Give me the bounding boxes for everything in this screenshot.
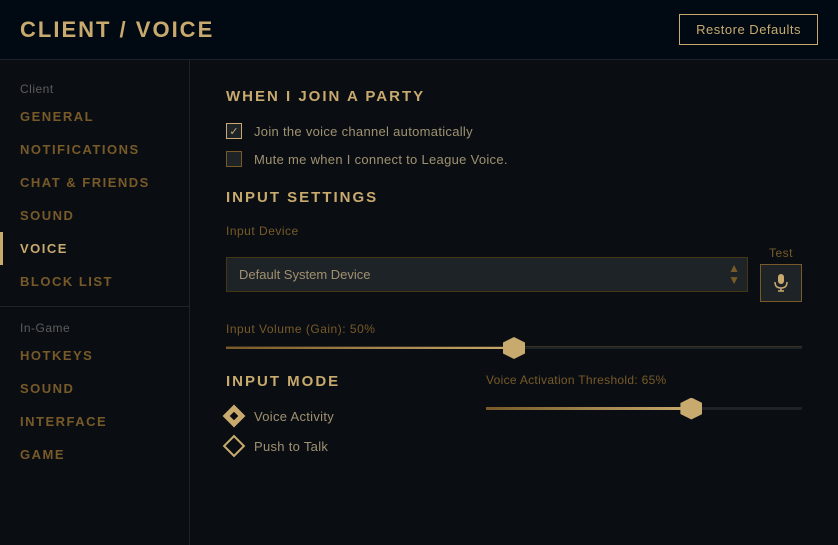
checkbox-auto-join-label: Join the voice channel automatically bbox=[254, 124, 473, 139]
mic-icon bbox=[773, 274, 789, 292]
device-label: Input Device bbox=[226, 224, 802, 238]
sidebar-divider bbox=[0, 306, 189, 307]
radio-push-to-talk[interactable]: Push to Talk bbox=[226, 438, 446, 454]
restore-defaults-button[interactable]: Restore Defaults bbox=[679, 14, 818, 45]
threshold-label: Voice Activation Threshold: 65% bbox=[486, 373, 802, 387]
radio-voice-activity-label: Voice Activity bbox=[254, 409, 334, 424]
sidebar-item-chat-friends[interactable]: CHAT & FRIENDS bbox=[0, 166, 189, 199]
sidebar-item-block-list[interactable]: BLOCK LIST bbox=[0, 265, 189, 298]
page-title: CLIENT / VOICE bbox=[20, 17, 214, 43]
sidebar-ingame-section: In-Game bbox=[0, 315, 189, 339]
input-settings-title: INPUT SETTINGS bbox=[226, 189, 802, 206]
header: CLIENT / VOICE Restore Defaults bbox=[0, 0, 838, 60]
threshold-slider-thumb[interactable] bbox=[680, 398, 702, 420]
test-label: Test bbox=[769, 246, 793, 260]
test-section: Test bbox=[760, 246, 802, 302]
sidebar-item-game[interactable]: GAME bbox=[0, 438, 189, 471]
checkbox-mute-label: Mute me when I connect to League Voice. bbox=[254, 152, 508, 167]
sidebar-item-general[interactable]: GENERAL bbox=[0, 100, 189, 133]
sidebar: Client GENERAL NOTIFICATIONS CHAT & FRIE… bbox=[0, 60, 190, 545]
sidebar-item-sound-ingame[interactable]: SOUND bbox=[0, 372, 189, 405]
volume-label: Input Volume (Gain): 50% bbox=[226, 322, 802, 336]
checkbox-auto-join[interactable] bbox=[226, 123, 242, 139]
volume-section: Input Volume (Gain): 50% bbox=[226, 322, 802, 349]
radio-voice-activity[interactable]: Voice Activity bbox=[226, 408, 446, 424]
device-row: Default System Device ▲ ▼ Test bbox=[226, 246, 802, 302]
input-settings-section: INPUT SETTINGS Input Device Default Syst… bbox=[226, 189, 802, 349]
radio-voice-activity-icon bbox=[223, 405, 246, 428]
radio-push-to-talk-label: Push to Talk bbox=[254, 439, 328, 454]
test-mic-button[interactable] bbox=[760, 264, 802, 302]
sidebar-client-section: Client bbox=[0, 76, 189, 100]
input-mode-section: INPUT MODE Voice Activity Push to Talk V… bbox=[226, 373, 802, 468]
input-mode-left: INPUT MODE Voice Activity Push to Talk bbox=[226, 373, 446, 468]
input-mode-right: Voice Activation Threshold: 65% bbox=[486, 373, 802, 468]
checkbox-row-auto-join: Join the voice channel automatically bbox=[226, 123, 802, 139]
threshold-slider-fill bbox=[486, 407, 691, 410]
main-layout: Client GENERAL NOTIFICATIONS CHAT & FRIE… bbox=[0, 60, 838, 545]
checkbox-mute[interactable] bbox=[226, 151, 242, 167]
sidebar-item-notifications[interactable]: NOTIFICATIONS bbox=[0, 133, 189, 166]
sidebar-item-hotkeys[interactable]: HOTKEYS bbox=[0, 339, 189, 372]
title-prefix: CLIENT / bbox=[20, 17, 136, 42]
input-mode-title: INPUT MODE bbox=[226, 373, 446, 390]
content-area: WHEN I JOIN A PARTY Join the voice chann… bbox=[190, 60, 838, 545]
checkbox-row-mute: Mute me when I connect to League Voice. bbox=[226, 151, 802, 167]
volume-slider-fill bbox=[226, 347, 514, 349]
threshold-slider-track[interactable] bbox=[486, 407, 802, 410]
input-device-select[interactable]: Default System Device bbox=[226, 257, 748, 292]
radio-push-to-talk-icon bbox=[223, 435, 246, 458]
volume-slider-thumb[interactable] bbox=[503, 337, 525, 359]
sidebar-item-interface[interactable]: INTERFACE bbox=[0, 405, 189, 438]
sidebar-item-voice[interactable]: VOICE bbox=[0, 232, 189, 265]
device-select-wrapper: Default System Device ▲ ▼ bbox=[226, 257, 748, 292]
title-voice: VOICE bbox=[136, 17, 214, 42]
sidebar-item-sound[interactable]: SOUND bbox=[0, 199, 189, 232]
party-section-title: WHEN I JOIN A PARTY bbox=[226, 88, 802, 105]
volume-slider-track[interactable] bbox=[226, 346, 802, 349]
